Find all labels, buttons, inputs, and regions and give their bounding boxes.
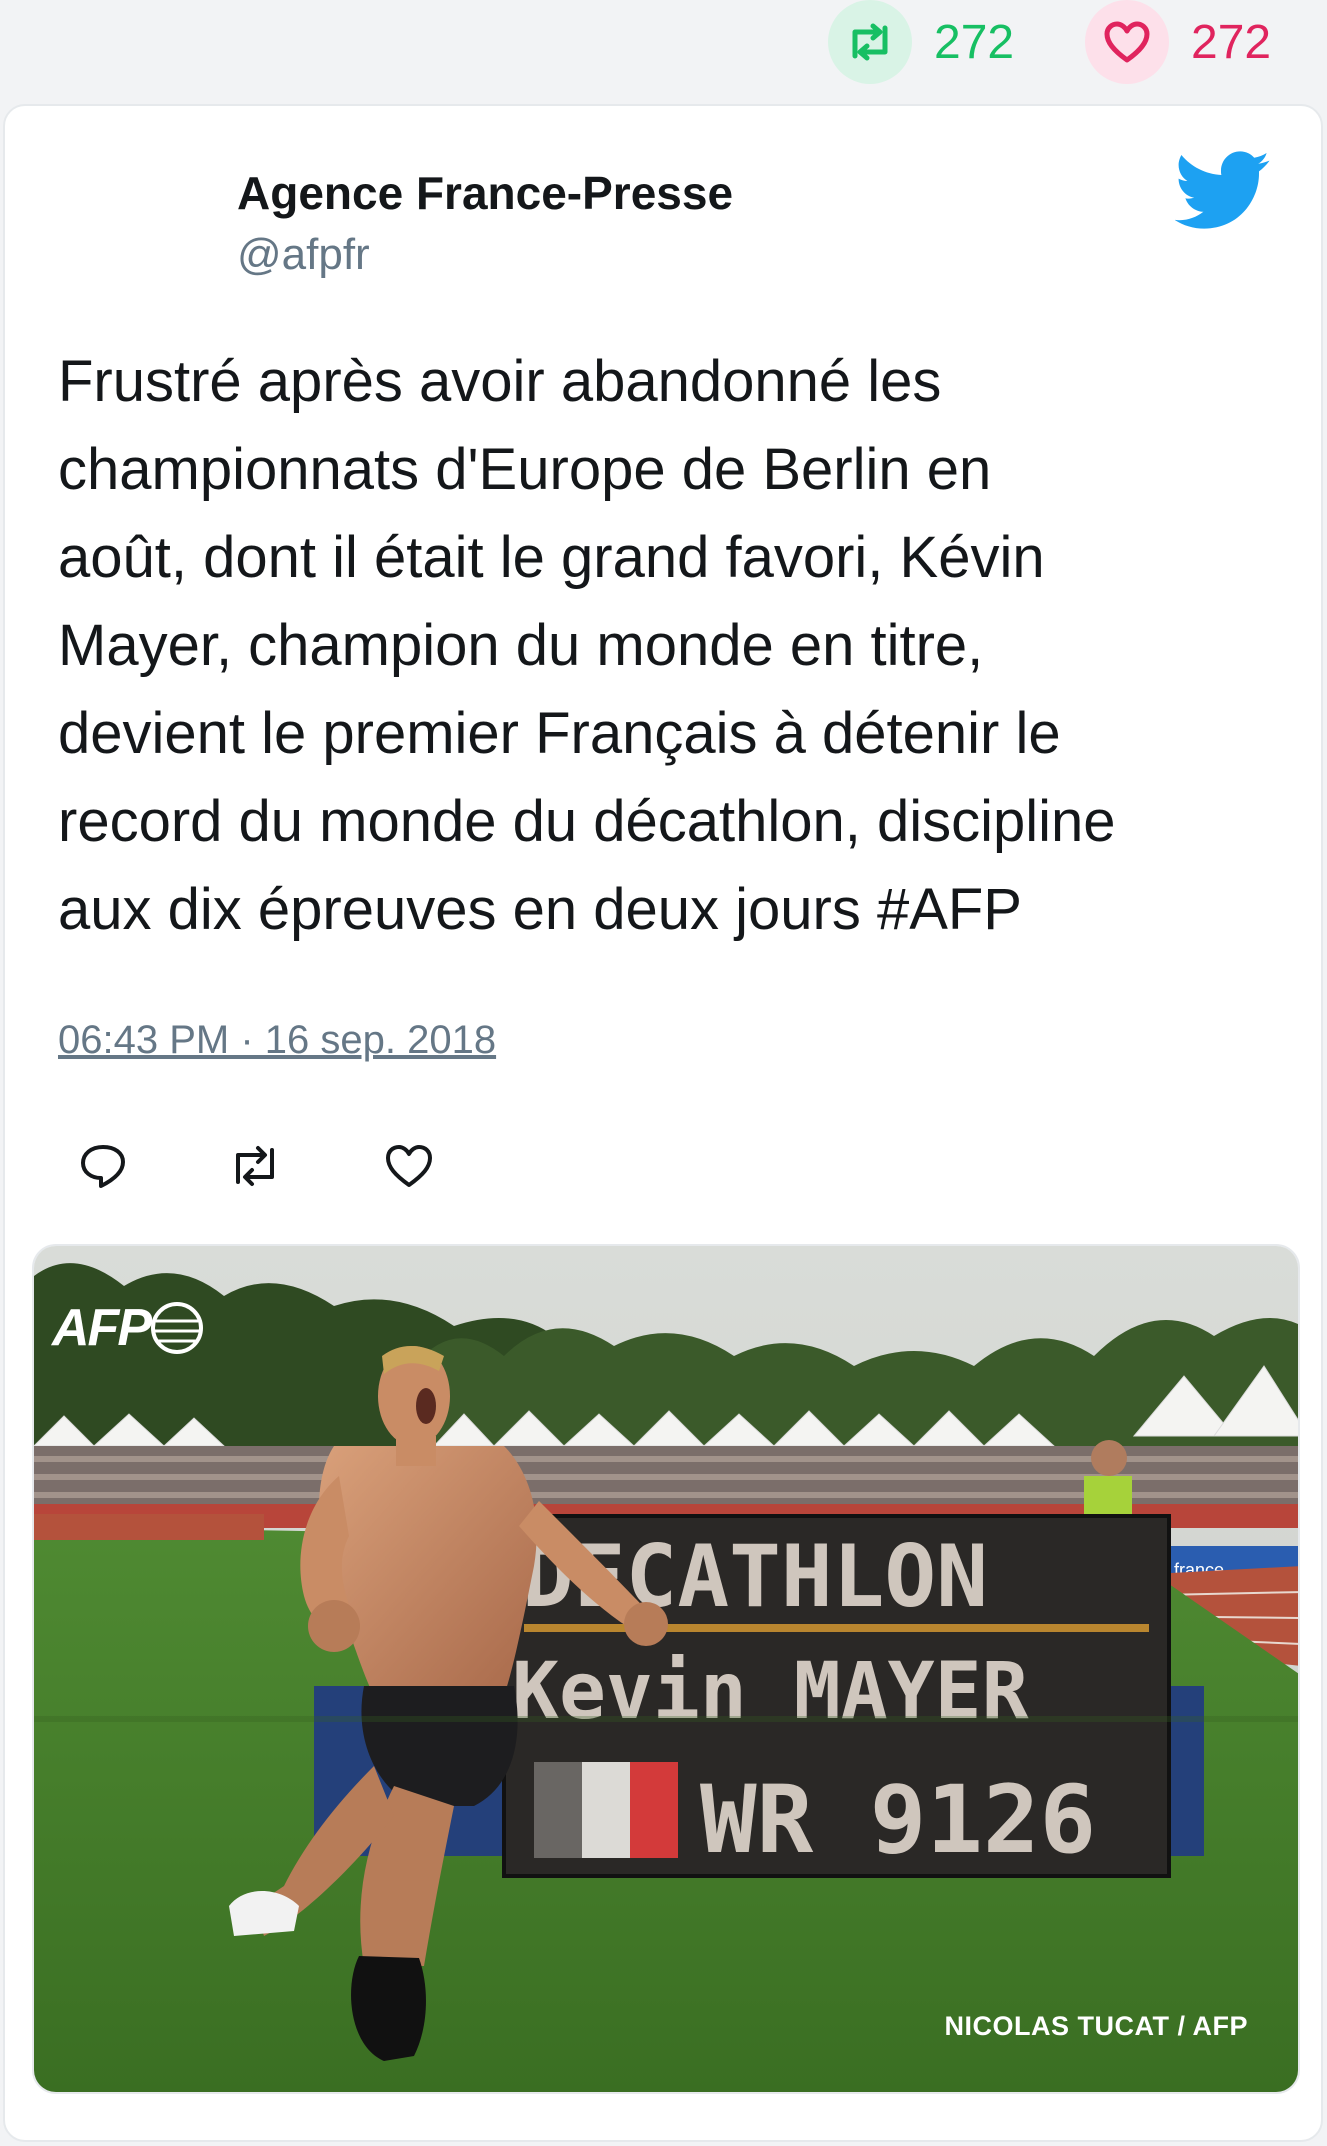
tweet-photo[interactable]: france DECATHLON Kevin MAYER WR 9126 AFP…: [32, 1244, 1300, 2094]
retweet-icon[interactable]: [225, 1136, 285, 1196]
board-line-2: Kevin MAYER: [512, 1647, 1029, 1737]
afp-watermark: AFP: [52, 1298, 204, 1358]
twitter-bird-icon[interactable]: [1174, 150, 1271, 232]
tweet-card: Agence France-Presse @afpfr Frustré aprè…: [3, 104, 1323, 2142]
author-handle[interactable]: @afpfr: [237, 230, 370, 280]
reply-icon[interactable]: [73, 1136, 133, 1196]
author-name[interactable]: Agence France-Presse: [237, 166, 733, 220]
retweet-icon[interactable]: [828, 0, 912, 84]
tweet-timestamp[interactable]: 06:43 PM · 16 sep. 2018: [58, 1018, 496, 1063]
retweet-stat[interactable]: 272: [828, 0, 1014, 84]
engagement-stats: 272 272: [0, 0, 1327, 100]
photo-credit: NICOLAS TUCAT / AFP: [944, 2011, 1248, 2041]
board-line-3: WR 9126: [700, 1766, 1096, 1875]
afp-globe-icon: [151, 1302, 203, 1354]
retweet-count: 272: [934, 15, 1015, 69]
afp-logo-text: AFP: [52, 1299, 152, 1357]
tweet-text: Frustré après avoir abandonné les champi…: [58, 349, 1116, 942]
heart-icon[interactable]: [1085, 0, 1169, 84]
like-count: 272: [1191, 15, 1272, 69]
heart-icon[interactable]: [379, 1136, 439, 1196]
like-stat[interactable]: 272: [1085, 0, 1271, 84]
